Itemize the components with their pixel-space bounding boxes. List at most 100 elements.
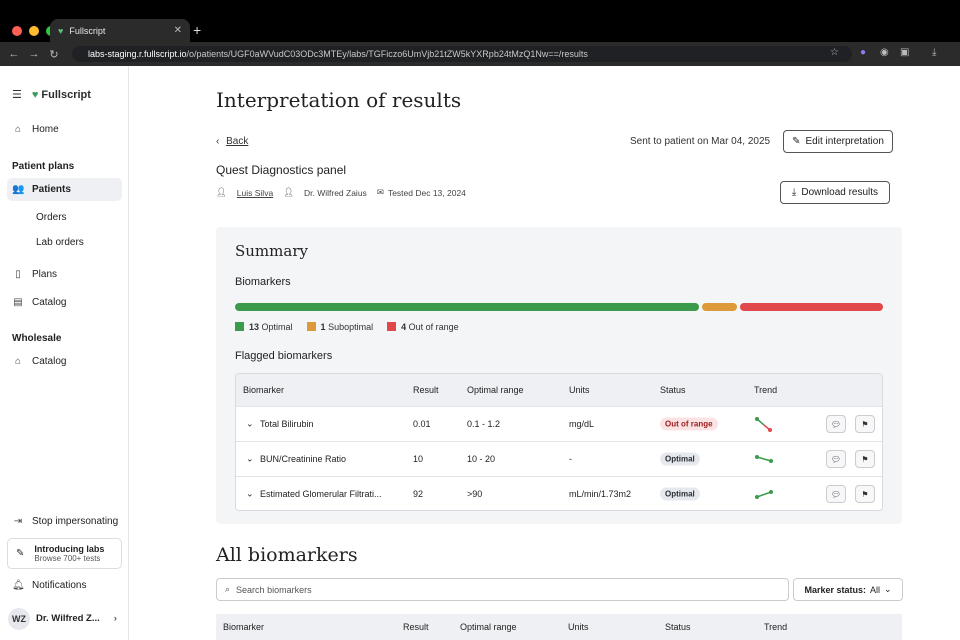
back-arrow-icon[interactable]: ← bbox=[4, 48, 24, 60]
sidebar-item-stop-impersonating[interactable]: ⇥ Stop impersonating bbox=[12, 516, 118, 527]
sidebar-item-label: Patients bbox=[32, 184, 71, 195]
sidebar-item-notifications[interactable]: 🔔︎ Notifications bbox=[12, 580, 86, 591]
legend-label: Optimal bbox=[261, 322, 293, 332]
biomarker-legend: 13 Optimal 1 Suboptimal 4 Out of range bbox=[235, 322, 459, 332]
legend-swatch bbox=[235, 322, 244, 331]
pencil-icon: ✎ bbox=[792, 136, 801, 147]
extension-icon[interactable]: ● bbox=[860, 47, 866, 58]
legend-out-of-range: 4 Out of range bbox=[387, 322, 459, 332]
extension-icon[interactable]: ◉ bbox=[880, 47, 889, 58]
back-link[interactable]: ‹ Back bbox=[216, 136, 248, 147]
flag-icon[interactable]: ⚑ bbox=[855, 450, 875, 468]
search-input[interactable]: ⌕ Search biomarkers bbox=[216, 578, 789, 601]
pipette-icon: ✎ bbox=[16, 548, 25, 559]
leaf-icon: ♥ bbox=[31, 88, 39, 101]
download-results-button[interactable]: ⤓ Download results bbox=[780, 181, 890, 204]
sidebar-item-catalog[interactable]: ▤ Catalog bbox=[12, 297, 66, 308]
sidebar-item-patients[interactable]: 👥 Patients bbox=[12, 184, 71, 195]
column-header: Trend bbox=[754, 385, 778, 395]
forward-arrow-icon[interactable]: → bbox=[24, 48, 44, 60]
avatar[interactable]: WZ bbox=[8, 608, 30, 630]
address-bar-row: ← → ↻ labs-staging.r.fullscript.io/o/pat… bbox=[0, 42, 960, 66]
reload-icon[interactable]: ↻ bbox=[44, 48, 64, 61]
column-header: Result bbox=[403, 622, 429, 632]
sidebar-item-home[interactable]: ⌂ Home bbox=[12, 124, 59, 135]
column-header: Units bbox=[568, 622, 589, 632]
units: mL/min/1.73m2 bbox=[569, 489, 632, 499]
minimize-window-button[interactable] bbox=[29, 26, 39, 36]
panel-name: Quest Diagnostics panel bbox=[216, 163, 347, 177]
comment-icon[interactable]: 💬︎ bbox=[826, 450, 846, 468]
flag-icon[interactable]: ⚑ bbox=[855, 415, 875, 433]
edit-interpretation-button[interactable]: ✎ Edit interpretation bbox=[783, 130, 893, 153]
sidebar-item-label: Orders bbox=[36, 212, 67, 223]
chevron-down-icon[interactable]: ⌄ bbox=[246, 419, 254, 430]
result-value: 10 bbox=[413, 454, 424, 464]
suboptimal-segment bbox=[701, 303, 738, 311]
leaf-icon: ♥ bbox=[58, 25, 64, 36]
status-badge: Out of range bbox=[660, 417, 718, 431]
brand: ☰ ♥ Fullscript bbox=[12, 88, 91, 102]
optimal-count: 13 bbox=[249, 322, 260, 332]
status-badge: Optimal bbox=[660, 487, 700, 501]
marker-status-select[interactable]: Marker status: All ⌄ bbox=[793, 578, 903, 601]
url-field[interactable]: labs-staging.r.fullscript.io/o/patients/… bbox=[72, 46, 852, 62]
tab-title: Fullscript bbox=[69, 25, 106, 36]
flag-icon[interactable]: ⚑ bbox=[855, 485, 875, 503]
browser-tab-strip: ♥ Fullscript ✕ + bbox=[0, 0, 960, 42]
puzzle-icon[interactable]: ▣ bbox=[900, 47, 909, 58]
sidebar-heading-wholesale: Wholesale bbox=[12, 333, 62, 344]
brand-name: Fullscript bbox=[41, 88, 91, 101]
column-header: Optimal range bbox=[467, 385, 524, 395]
browser-tab[interactable]: ♥ Fullscript ✕ bbox=[50, 19, 190, 42]
table-row[interactable]: ⌄ BUN/Creatinine Ratio 10 10 - 20 - Opti… bbox=[236, 441, 882, 476]
chevron-left-icon: ‹ bbox=[216, 136, 220, 147]
button-label: Download results bbox=[801, 187, 879, 198]
bookmark-star-icon[interactable]: ☆ bbox=[830, 47, 839, 58]
promo-subtitle: Browse 700+ tests bbox=[34, 554, 101, 563]
biomarker-name: BUN/Creatinine Ratio bbox=[260, 454, 347, 464]
units: mg/dL bbox=[569, 419, 595, 429]
legend-label: Suboptimal bbox=[328, 322, 374, 332]
biomarkers-label: Biomarkers bbox=[235, 276, 291, 288]
new-tab-icon[interactable]: + bbox=[193, 22, 201, 38]
close-icon[interactable]: ✕ bbox=[174, 25, 182, 36]
column-header: Trend bbox=[764, 622, 788, 632]
button-label: Edit interpretation bbox=[805, 136, 884, 147]
close-window-button[interactable] bbox=[12, 26, 22, 36]
trend-sparkline bbox=[755, 490, 773, 499]
search-icon: ⌕ bbox=[225, 584, 231, 594]
download-icon[interactable]: ⤓ bbox=[932, 47, 936, 58]
sidebar-item-lab-orders[interactable]: Lab orders bbox=[36, 237, 84, 248]
suboptimal-count: 1 bbox=[320, 322, 326, 332]
column-header: Result bbox=[413, 385, 439, 395]
sidebar-item-plans[interactable]: ▯ Plans bbox=[12, 269, 57, 280]
chevron-down-icon[interactable]: ⌄ bbox=[246, 454, 254, 465]
table-row[interactable]: ⌄ Estimated Glomerular Filtrati... 92 >9… bbox=[236, 476, 882, 510]
practitioner-icon: 👤︎ bbox=[283, 187, 294, 197]
sidebar-item-orders[interactable]: Orders bbox=[36, 212, 67, 223]
result-value: 92 bbox=[413, 489, 424, 499]
bell-icon: 🔔︎ bbox=[12, 580, 25, 591]
column-header: Biomarker bbox=[223, 622, 265, 632]
comment-icon[interactable]: 💬︎ bbox=[826, 415, 846, 433]
introducing-labs-promo[interactable]: ✎ Introducing labs Browse 700+ tests bbox=[7, 538, 122, 569]
chevron-down-icon: ⌄ bbox=[884, 584, 892, 594]
optimal-range: 0.1 - 1.2 bbox=[467, 419, 501, 429]
sidebar-item-label: Lab orders bbox=[36, 237, 84, 248]
biomarker-name: Estimated Glomerular Filtrati... bbox=[260, 489, 382, 499]
out-of-range-count: 4 bbox=[401, 322, 407, 332]
trend-sparkline bbox=[755, 417, 772, 432]
menu-icon[interactable]: ☰ bbox=[12, 88, 22, 101]
all-biomarkers-table-header: Biomarker Result Optimal range Units Sta… bbox=[216, 614, 902, 640]
optimal-segment bbox=[235, 303, 699, 311]
patient-link[interactable]: Luis Silva bbox=[237, 188, 273, 198]
mail-icon: ✉ bbox=[376, 187, 384, 197]
comment-icon[interactable]: 💬︎ bbox=[826, 485, 846, 503]
trend-sparkline bbox=[755, 455, 773, 463]
chevron-down-icon[interactable]: ⌄ bbox=[246, 489, 254, 500]
download-icon: ⤓ bbox=[791, 187, 797, 198]
table-row[interactable]: ⌄ Total Bilirubin 0.01 0.1 - 1.2 mg/dL O… bbox=[236, 406, 882, 441]
sidebar-item-wholesale-catalog[interactable]: ⌂ Catalog bbox=[12, 356, 67, 367]
user-menu[interactable]: Dr. Wilfred Z... › bbox=[36, 613, 117, 624]
